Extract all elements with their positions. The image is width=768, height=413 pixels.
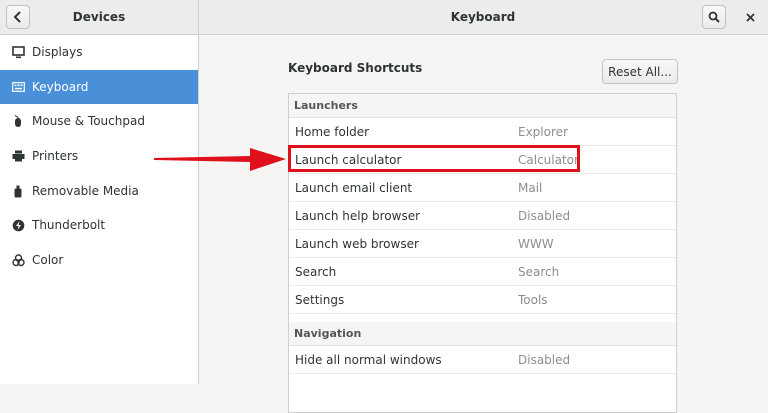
group-header-navigation: Navigation	[289, 322, 676, 346]
mouse-icon	[11, 114, 25, 128]
sidebar-item-label: Printers	[32, 149, 79, 163]
shortcut-accel: Disabled	[518, 209, 571, 223]
shortcut-accel: Search	[518, 265, 560, 279]
group-header-launchers: Launchers	[289, 94, 676, 118]
back-button[interactable]	[6, 5, 30, 29]
shortcut-accel: Disabled	[518, 353, 571, 367]
shortcut-name: Home folder	[295, 125, 370, 139]
shortcut-name: Settings	[295, 293, 345, 307]
thunderbolt-icon	[11, 218, 25, 232]
shortcut-row-hide-all-normal-windows[interactable]: Hide all normal windows Disabled	[289, 346, 676, 374]
sidebar-item-label: Color	[32, 253, 64, 267]
sidebar-item-displays[interactable]: Displays	[0, 35, 198, 69]
sidebar-item-color[interactable]: Color	[0, 243, 198, 277]
shortcut-accel: Mail	[518, 181, 543, 195]
highlight-box	[288, 145, 580, 172]
color-icon	[11, 253, 25, 267]
shortcut-row-search[interactable]: Search Search	[289, 258, 676, 286]
sidebar-item-removable-media[interactable]: Removable Media	[0, 174, 198, 208]
sidebar-item-label: Keyboard	[32, 80, 89, 94]
sidebar-title: Devices	[72, 10, 126, 24]
reset-all-button[interactable]: Reset All...	[602, 59, 678, 84]
sidebar-item-label: Mouse & Touchpad	[32, 114, 145, 128]
search-icon	[708, 11, 720, 23]
chevron-left-icon	[13, 11, 21, 23]
shortcut-row-launch-web-browser[interactable]: Launch web browser WWW	[289, 230, 676, 258]
display-icon	[11, 45, 25, 59]
sidebar-item-label: Displays	[32, 45, 83, 59]
shortcut-row-launch-help-browser[interactable]: Launch help browser Disabled	[289, 202, 676, 230]
shortcut-name: Hide all normal windows	[295, 353, 442, 367]
sidebar: Displays Keyboard Mouse & Touchpad Print…	[0, 35, 199, 384]
close-button[interactable]	[740, 7, 760, 27]
shortcut-row-launch-email-client[interactable]: Launch email client Mail	[289, 174, 676, 202]
shortcut-accel: Explorer	[518, 125, 568, 139]
sidebar-item-keyboard[interactable]: Keyboard	[0, 70, 198, 104]
section-title: Keyboard Shortcuts	[288, 61, 423, 75]
annotation-arrow-icon	[154, 148, 286, 171]
printer-icon	[11, 149, 25, 163]
search-button[interactable]	[702, 5, 726, 29]
keyboard-icon	[11, 80, 25, 94]
usb-icon	[11, 184, 25, 198]
shortcut-accel: WWW	[518, 237, 554, 251]
sidebar-item-mouse-touchpad[interactable]: Mouse & Touchpad	[0, 104, 198, 138]
sidebar-item-label: Removable Media	[32, 184, 139, 198]
page-title: Keyboard	[450, 10, 516, 24]
shortcut-name: Launch email client	[295, 181, 413, 195]
close-icon	[745, 12, 755, 22]
sidebar-item-label: Thunderbolt	[32, 218, 106, 232]
shortcut-row-settings[interactable]: Settings Tools	[289, 286, 676, 314]
shortcut-accel: Tools	[518, 293, 548, 307]
shortcut-name: Search	[295, 265, 337, 279]
main-content: Keyboard Shortcuts Reset All... Launcher…	[199, 35, 768, 413]
shortcut-list: Launchers Home folder Explorer Launch ca…	[288, 93, 677, 413]
shortcut-name: Launch help browser	[295, 209, 421, 223]
shortcut-name: Launch web browser	[295, 237, 419, 251]
sidebar-item-thunderbolt[interactable]: Thunderbolt	[0, 208, 198, 242]
shortcut-row-home-folder[interactable]: Home folder Explorer	[289, 118, 676, 146]
